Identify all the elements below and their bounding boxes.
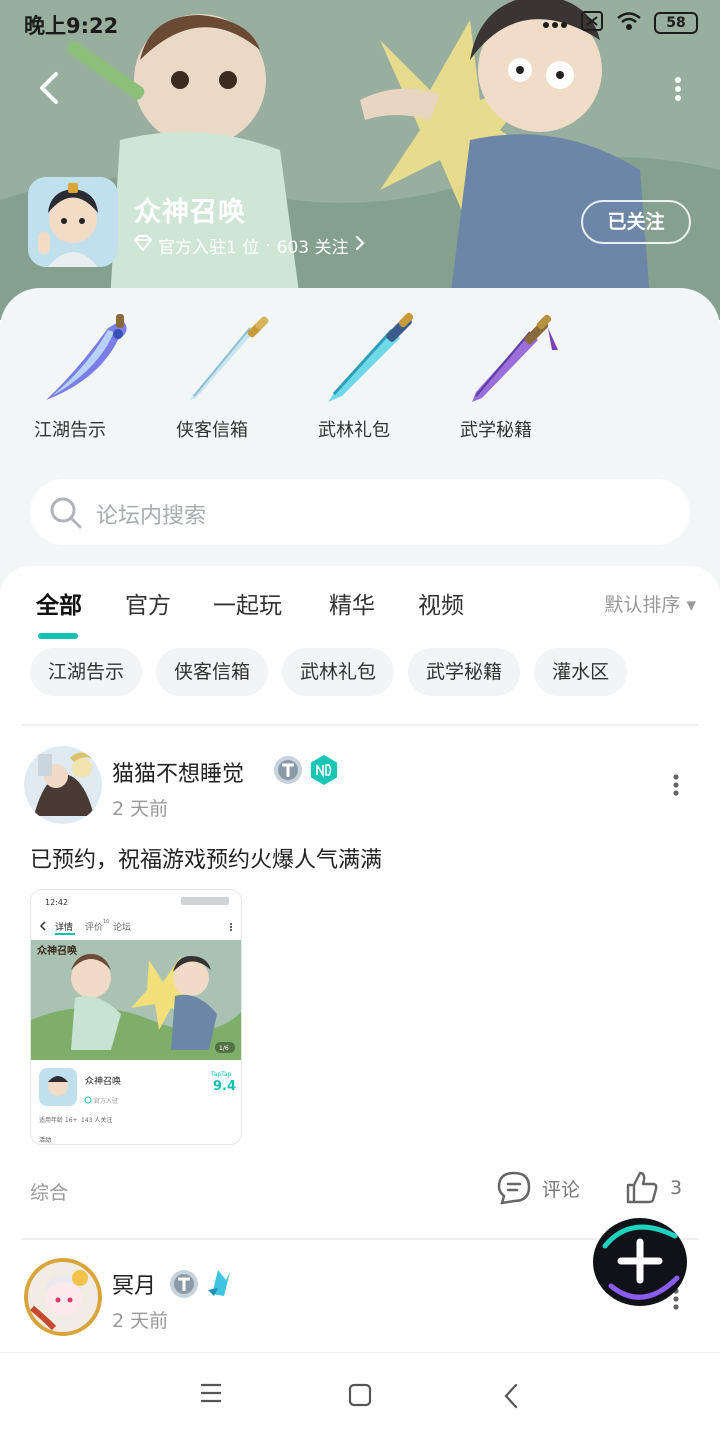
post-author[interactable]: 冥月 bbox=[112, 1268, 156, 1300]
tab-featured[interactable]: 精华 bbox=[329, 586, 375, 620]
plus-icon bbox=[593, 1218, 687, 1306]
tab-all[interactable]: 全部 bbox=[36, 586, 82, 620]
game-title: 众神召唤 bbox=[134, 197, 246, 228]
chevron-left-icon bbox=[40, 72, 58, 104]
game-meta[interactable]: 官方入驻1 位 · 603 关注 bbox=[133, 233, 365, 258]
thumbs-up-icon bbox=[626, 1171, 658, 1204]
quick-link-skills[interactable]: 武学秘籍 bbox=[452, 300, 572, 442]
tab-play-together[interactable]: 一起玩 bbox=[213, 586, 282, 620]
game-icon[interactable] bbox=[28, 177, 118, 267]
ndt-badge-icon bbox=[308, 754, 340, 790]
meta-separator: · bbox=[265, 235, 271, 256]
game-header-banner: 晚上9:22 58 众神召唤 官方入驻1 位 · 603 关注 已关注 bbox=[0, 0, 720, 320]
forum-search[interactable]: 论坛内搜索 bbox=[30, 479, 690, 545]
quick-link-mailbox[interactable]: 侠客信箱 bbox=[168, 300, 288, 442]
chip-skills[interactable]: 武学秘籍 bbox=[408, 648, 521, 696]
shot-tab-forum: 论坛 bbox=[113, 921, 131, 933]
quick-link-jianghu[interactable]: 江湖告示 bbox=[26, 300, 146, 442]
shot-score: 9.4 bbox=[213, 1079, 236, 1094]
back-arrow-icon bbox=[504, 1383, 518, 1409]
vertical-dots-icon bbox=[673, 774, 679, 796]
no-sim-icon bbox=[580, 10, 604, 36]
post-time: 2 天前 bbox=[112, 798, 169, 820]
shot-time: 12:42 bbox=[45, 898, 68, 907]
shot-tab-detail: 详情 bbox=[55, 921, 73, 933]
avatar[interactable] bbox=[24, 1258, 102, 1336]
post-content[interactable]: 已预约，祝福游戏预约火爆人气满满 bbox=[30, 842, 382, 874]
shot-activity: 活动 bbox=[39, 1136, 51, 1144]
shot-official: 官方入驻 bbox=[94, 1097, 118, 1105]
quick-link-label: 侠客信箱 bbox=[176, 420, 248, 441]
tab-official[interactable]: 官方 bbox=[125, 586, 171, 620]
chip-chat[interactable]: 灌水区 bbox=[534, 648, 628, 696]
post-category[interactable]: 综合 bbox=[30, 1178, 68, 1205]
status-time: 晚上9:22 bbox=[24, 14, 119, 38]
chip-gift[interactable]: 武林礼包 bbox=[282, 648, 395, 696]
sort-dropdown[interactable]: 默认排序 ▾ bbox=[604, 590, 696, 617]
quick-links: 江湖告示 侠客信箱 武林礼包 武学秘籍 bbox=[0, 300, 720, 460]
quick-link-label: 江湖告示 bbox=[34, 420, 106, 441]
quick-link-label: 武学秘籍 bbox=[460, 420, 532, 441]
tab-video[interactable]: 视频 bbox=[418, 586, 464, 620]
avatar[interactable] bbox=[24, 746, 102, 824]
post-feed: 全部 官方 一起玩 精华 视频 默认排序 ▾ 江湖告示 侠客信箱 武林礼包 武学… bbox=[0, 566, 720, 1440]
crystal-badge-icon bbox=[204, 1266, 234, 1304]
follow-button[interactable]: 已关注 bbox=[581, 200, 691, 244]
comment-label: 评论 bbox=[542, 1178, 581, 1201]
wifi-icon bbox=[616, 11, 642, 35]
chevron-right-icon bbox=[355, 235, 365, 256]
shot-follows: 143 人关注 bbox=[81, 1116, 112, 1124]
post-more-button[interactable] bbox=[672, 774, 680, 796]
feed-tabs: 全部 官方 一起玩 精华 视频 默认排序 ▾ bbox=[0, 586, 720, 639]
shot-title-art: 众神召唤 bbox=[37, 944, 77, 957]
shot-game-name: 众神召唤 bbox=[85, 1075, 121, 1087]
badge-icon bbox=[272, 754, 304, 790]
search-input[interactable]: 论坛内搜索 bbox=[96, 498, 206, 530]
system-navigation-bar bbox=[0, 1352, 720, 1440]
vertical-dots-icon bbox=[675, 77, 681, 101]
menu-icon bbox=[201, 1383, 221, 1403]
shot-tab-review-count: 10 bbox=[103, 919, 109, 925]
nav-back-button[interactable] bbox=[502, 1383, 520, 1413]
active-tab-indicator bbox=[38, 633, 78, 639]
post-time: 2 天前 bbox=[112, 1310, 169, 1332]
comment-button[interactable]: 评论 bbox=[496, 1170, 580, 1206]
menu-button[interactable] bbox=[200, 1383, 222, 1407]
post-author[interactable]: 猫猫不想睡觉 bbox=[112, 756, 244, 788]
shot-age: 适用年龄 16+ bbox=[39, 1116, 78, 1124]
quick-link-gift[interactable]: 武林礼包 bbox=[310, 300, 430, 442]
create-post-button[interactable] bbox=[591, 1216, 689, 1308]
home-button[interactable] bbox=[348, 1383, 372, 1411]
category-chips: 江湖告示 侠客信箱 武林礼包 武学秘籍 灌水区 bbox=[30, 648, 628, 696]
comment-icon bbox=[497, 1171, 531, 1205]
broadsword-icon bbox=[328, 312, 414, 402]
search-icon bbox=[48, 495, 84, 535]
shot-tab-review: 评价 bbox=[85, 922, 103, 933]
official-count: 官方入驻1 位 bbox=[158, 238, 260, 258]
chip-jianghu[interactable]: 江湖告示 bbox=[30, 648, 143, 696]
purple-sword-icon bbox=[472, 314, 558, 402]
dots-icon bbox=[542, 14, 568, 33]
divider bbox=[22, 724, 698, 726]
quick-link-label: 武林礼包 bbox=[318, 420, 390, 441]
sword-icon bbox=[190, 316, 269, 400]
chip-mailbox[interactable]: 侠客信箱 bbox=[156, 648, 269, 696]
back-button[interactable] bbox=[30, 66, 70, 110]
curved-blade-icon bbox=[46, 314, 127, 400]
diamond-icon bbox=[133, 235, 153, 256]
shot-brand: TapTap bbox=[210, 1071, 232, 1078]
more-options-button[interactable] bbox=[672, 76, 684, 102]
battery-indicator: 58 bbox=[654, 12, 698, 34]
banner-illustration bbox=[0, 0, 720, 320]
post-image[interactable]: 12:42 详情 评价 10 论坛 众神召唤 1/6 众神召唤 官方入驻 Tap… bbox=[30, 889, 242, 1145]
like-count: 3 bbox=[670, 1177, 683, 1199]
like-button[interactable]: 3 bbox=[624, 1170, 682, 1206]
status-bar: 晚上9:22 58 bbox=[0, 0, 720, 46]
follow-count: 603 关注 bbox=[276, 238, 349, 258]
shot-page-counter: 1/6 bbox=[219, 1045, 229, 1052]
badge-icon bbox=[168, 1268, 200, 1304]
home-square-icon bbox=[348, 1383, 372, 1407]
